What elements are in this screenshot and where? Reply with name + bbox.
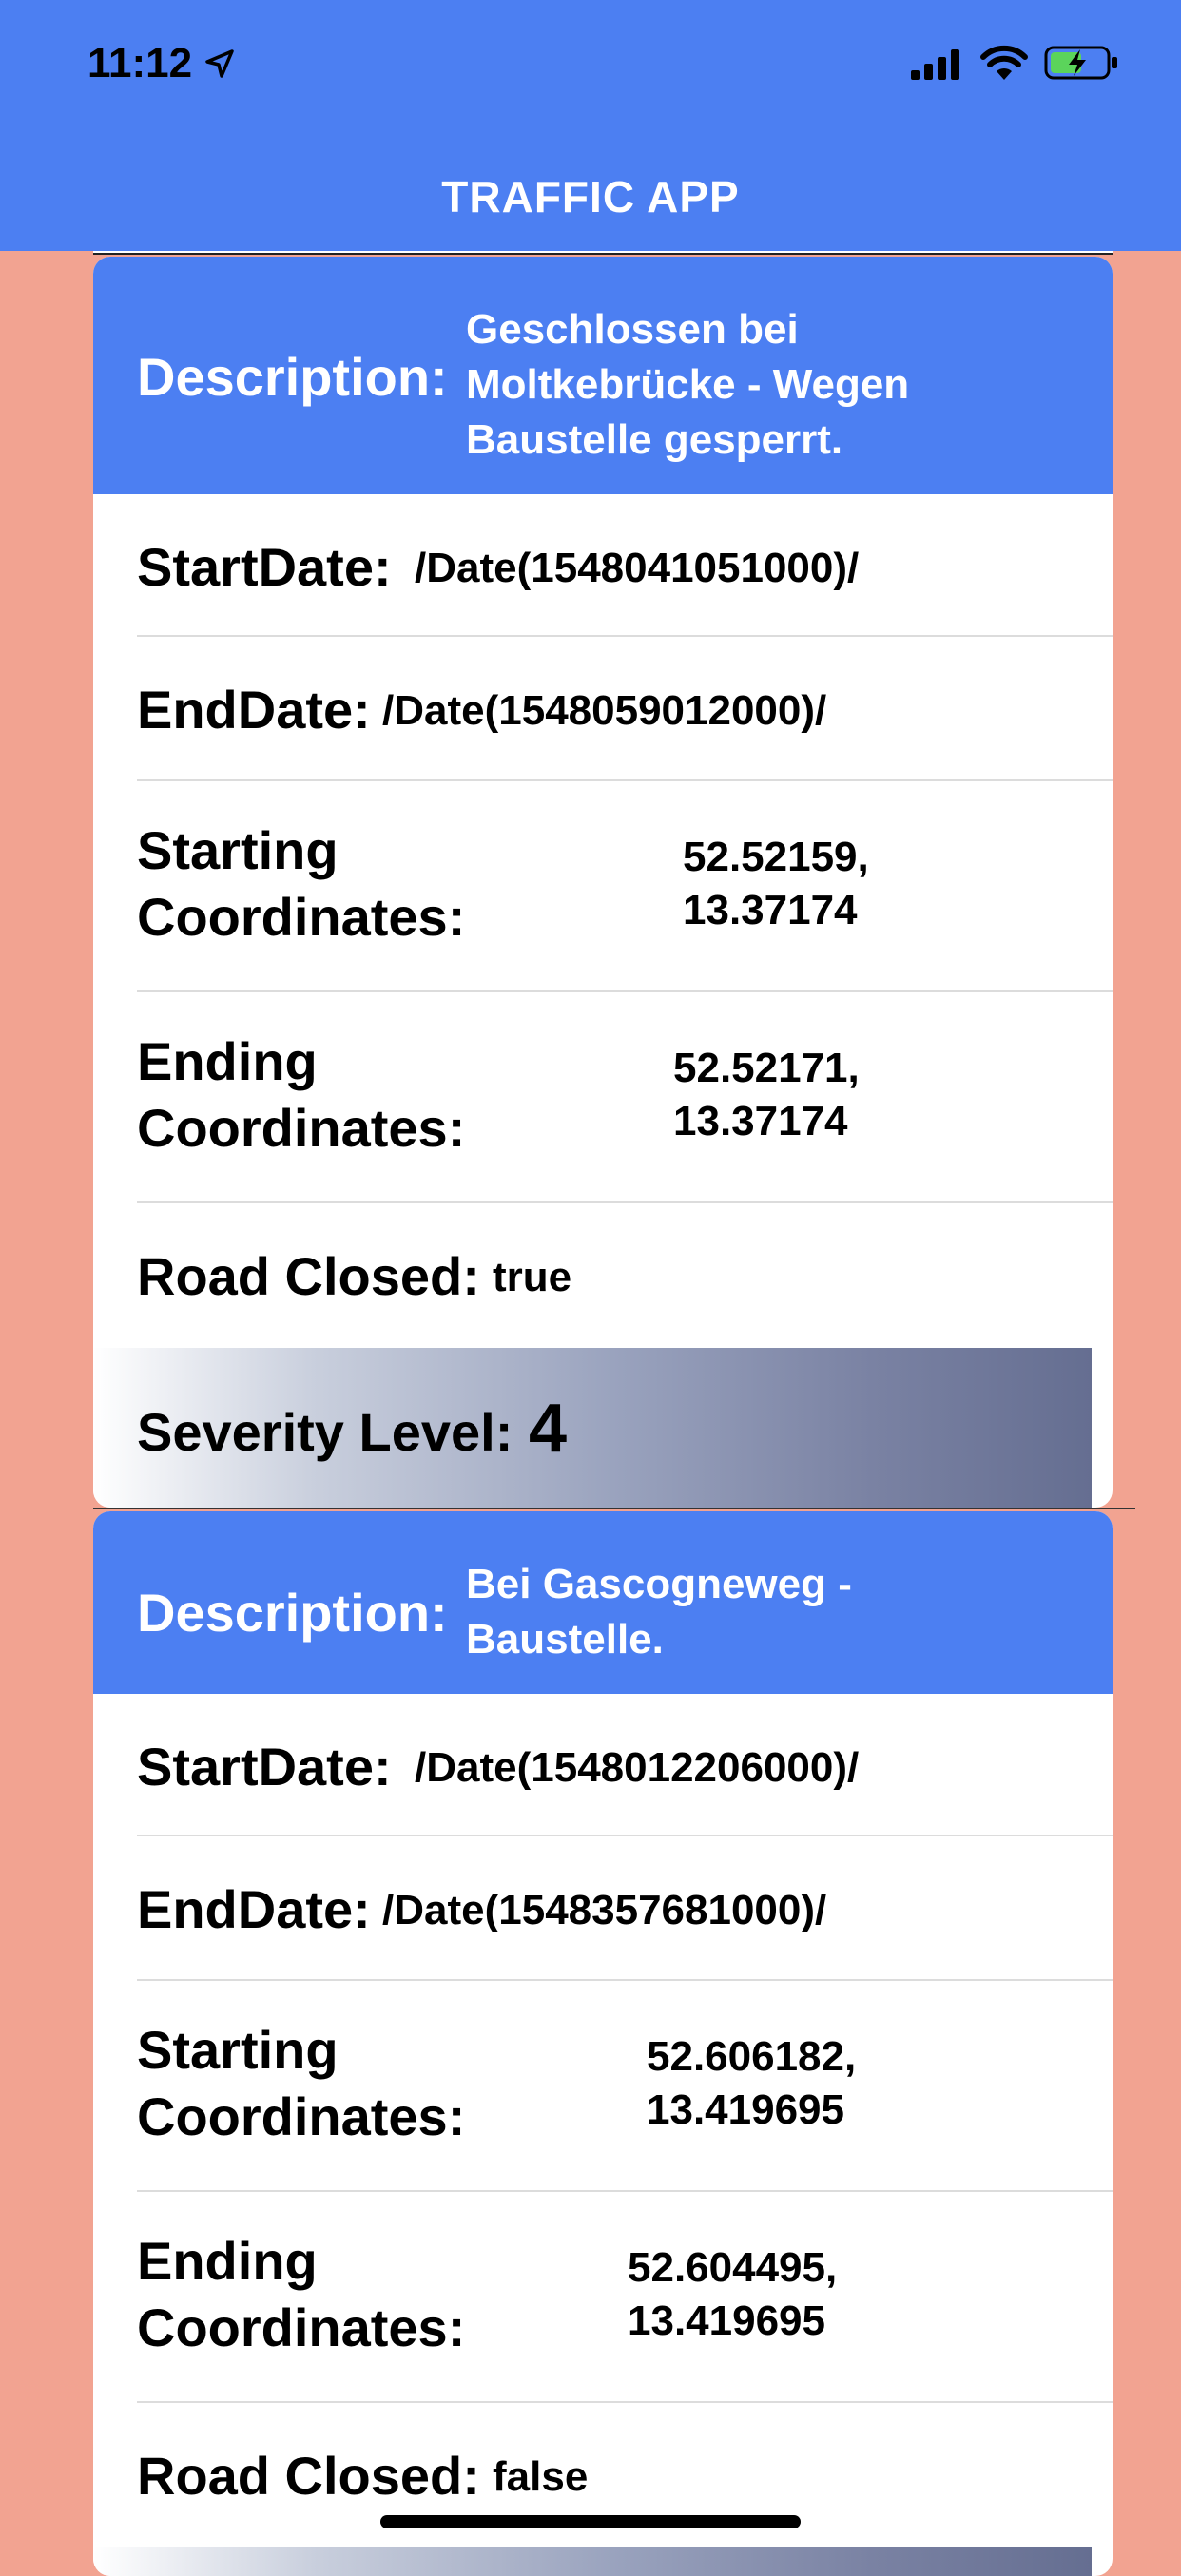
start-date-label: StartDate:: [137, 537, 392, 597]
label-line: Coordinates:: [137, 1098, 466, 1158]
description-text: Bei Gascogneweg - Baustelle.: [466, 1561, 852, 1663]
description-text: Geschlossen bei Moltkebrücke - Wegen Bau…: [466, 306, 910, 463]
start-date-label: StartDate:: [137, 1737, 392, 1797]
home-indicator[interactable]: [380, 2515, 801, 2528]
severity-level-label: Severity Level:: [137, 1402, 513, 1462]
description-header: Description: Geschlossen bei Moltkebrück…: [93, 257, 1113, 494]
end-date-row: EndDate: /Date(1548357681000)/: [93, 1836, 1113, 1981]
road-closed-row: Road Closed: true: [93, 1203, 1113, 1348]
severity-level-value: 4: [529, 1391, 568, 1467]
start-date-value: /Date(1548041051000)/: [415, 545, 860, 591]
label-line: Coordinates:: [137, 2086, 466, 2146]
label-line: Ending: [137, 2231, 318, 2291]
card-divider: [93, 1508, 1135, 1509]
starting-coordinates-row: Starting Coordinates: 52.52159, 13.37174: [93, 781, 1113, 992]
start-date-row: StartDate: /Date(1548012206000)/: [93, 1694, 1113, 1836]
ending-coordinates-row: Ending Coordinates: 52.52171, 13.37174: [93, 992, 1113, 1203]
description-header: Description: Bei Gascogneweg - Baustelle…: [93, 1511, 1113, 1694]
label-line: Starting: [137, 2020, 339, 2080]
description-label: Description:: [137, 347, 448, 407]
road-closed-label: Road Closed:: [137, 2446, 480, 2506]
page-title: TRAFFIC APP: [441, 172, 740, 221]
road-closed-label: Road Closed:: [137, 1246, 480, 1306]
label-line: Ending: [137, 1031, 318, 1091]
cellular-signal-icon: [911, 49, 959, 80]
starting-coordinates-value: 52.52159, 13.37174: [683, 834, 869, 933]
starting-coordinates-label: Starting Coordinates:: [137, 2017, 465, 2150]
severity-bar: [93, 2547, 1092, 2576]
navigation-bar: 11:12 TRAFFIC APP: [0, 0, 1181, 251]
road-closed-value: false: [493, 2453, 589, 2500]
battery-charging-icon: [1044, 46, 1117, 80]
starting-coordinates-value: 52.606182, 13.419695: [647, 2033, 857, 2133]
status-time: 11:12: [87, 40, 193, 87]
ending-coordinates-value: 52.604495, 13.419695: [628, 2244, 838, 2344]
road-closed-value: true: [493, 1254, 572, 1300]
end-date-value: /Date(1548357681000)/: [382, 1887, 827, 1933]
starting-coordinates-label: Starting Coordinates:: [137, 817, 465, 951]
end-date-value: /Date(1548059012000)/: [382, 687, 827, 734]
ending-coordinates-value: 52.52171, 13.37174: [673, 1045, 860, 1144]
ending-coordinates-row: Ending Coordinates: 52.604495, 13.419695: [93, 2192, 1113, 2403]
start-date-value: /Date(1548012206000)/: [415, 1744, 860, 1791]
end-date-row: EndDate: /Date(1548059012000)/: [93, 637, 1113, 781]
label-line: Coordinates:: [137, 2297, 466, 2357]
start-date-row: StartDate: /Date(1548041051000)/: [93, 494, 1113, 637]
label-line: Starting: [137, 820, 339, 880]
location-arrow-icon: [205, 49, 234, 78]
severity-bar: Severity Level: 4: [93, 1348, 1092, 1508]
end-date-label: EndDate:: [137, 680, 371, 740]
incident-card[interactable]: Description: Bei Gascogneweg - Baustelle…: [93, 1511, 1113, 2576]
incident-card[interactable]: Description: Geschlossen bei Moltkebrück…: [93, 257, 1113, 1508]
ending-coordinates-label: Ending Coordinates:: [137, 1028, 465, 1162]
wifi-icon: [980, 45, 1028, 80]
description-label: Description:: [137, 1583, 448, 1643]
ending-coordinates-label: Ending Coordinates:: [137, 2228, 465, 2361]
starting-coordinates-row: Starting Coordinates: 52.606182, 13.4196…: [93, 1981, 1113, 2192]
end-date-label: EndDate:: [137, 1879, 371, 1939]
label-line: Coordinates:: [137, 887, 466, 947]
